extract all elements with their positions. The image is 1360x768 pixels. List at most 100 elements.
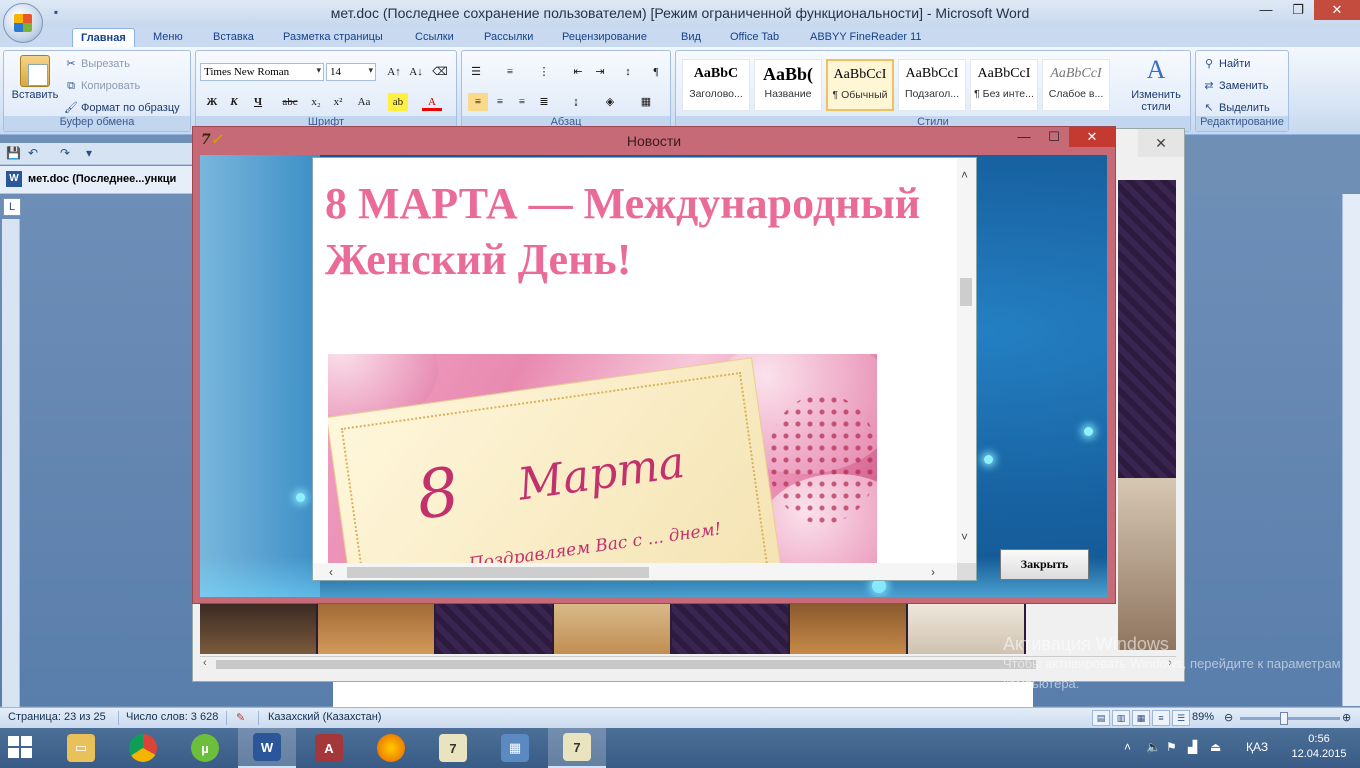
proofing-icon[interactable]: ✎: [236, 711, 245, 724]
increase-indent-icon[interactable]: ⇥: [590, 63, 610, 81]
superscript-icon[interactable]: x²: [328, 93, 348, 111]
tab-menu[interactable]: Меню: [145, 28, 191, 47]
close-button[interactable]: ✕: [1314, 0, 1360, 20]
news-hscrollbar[interactable]: ‹ ›: [313, 563, 957, 580]
page-count[interactable]: Страница: 23 из 25: [8, 711, 106, 723]
scroll-down-icon[interactable]: ˅: [961, 530, 968, 544]
tab-view[interactable]: Вид: [673, 28, 709, 47]
align-left-icon[interactable]: ≡: [468, 93, 488, 111]
find-button[interactable]: ⚲ Найти: [1202, 57, 1250, 71]
bold-icon[interactable]: Ж: [202, 93, 222, 111]
language-indicator[interactable]: Казахский (Казахстан): [268, 711, 381, 723]
clear-format-icon[interactable]: ⌫: [430, 63, 450, 81]
align-right-icon[interactable]: ≡: [512, 93, 532, 111]
shrink-font-icon[interactable]: A↓: [406, 63, 426, 81]
font-color-icon[interactable]: A: [422, 93, 442, 111]
line-spacing-icon[interactable]: ↨: [566, 93, 586, 111]
start-button[interactable]: [8, 736, 34, 760]
scroll-thumb[interactable]: [347, 567, 649, 578]
document-scrollbar[interactable]: [1342, 194, 1360, 706]
close-news-button[interactable]: Закрыть: [1000, 549, 1089, 580]
align-center-icon[interactable]: ≡: [490, 93, 510, 111]
taskbar-firefox[interactable]: [362, 728, 420, 768]
shading-icon[interactable]: ◈: [600, 93, 620, 111]
cut-button[interactable]: ✂ Вырезать: [64, 57, 130, 71]
tab-home[interactable]: Главная: [72, 28, 135, 47]
underline-icon[interactable]: Ч: [248, 93, 268, 111]
strikethrough-icon[interactable]: abc: [280, 93, 300, 111]
print-layout-icon[interactable]: ▤: [1092, 710, 1110, 726]
tab-selector[interactable]: L: [3, 198, 21, 216]
clock[interactable]: 0:56 12.04.2015: [1284, 732, 1354, 762]
taskbar-file-explorer[interactable]: ▭: [52, 728, 110, 768]
taskbar-control-panel[interactable]: ▦: [486, 728, 544, 768]
style-heading[interactable]: AaBbC Заголово...: [682, 59, 750, 111]
taskbar-utorrent[interactable]: µ: [176, 728, 234, 768]
sort-icon[interactable]: ↕: [618, 63, 638, 81]
show-marks-icon[interactable]: ¶: [646, 63, 666, 81]
document-tab[interactable]: W мет.doc (Последнее...ункци: [6, 171, 176, 187]
usb-icon[interactable]: ⏏: [1210, 740, 1221, 754]
format-painter-button[interactable]: 🖌 Формат по образцу: [64, 101, 180, 115]
flag-icon[interactable]: ⚑: [1166, 740, 1177, 754]
scroll-left-icon[interactable]: ‹: [329, 565, 333, 579]
keyboard-language[interactable]: ҚАЗ: [1246, 740, 1268, 754]
taskbar-chrome[interactable]: [114, 728, 172, 768]
scroll-right-icon[interactable]: ›: [931, 565, 935, 579]
copy-button[interactable]: ⧉ Копировать: [64, 79, 140, 93]
highlight-icon[interactable]: ab: [388, 93, 408, 111]
minimize-button[interactable]: —: [1250, 0, 1282, 20]
close-button[interactable]: ✕: [1069, 127, 1115, 147]
replace-button[interactable]: ⇄ Заменить: [1202, 79, 1268, 93]
news-content-frame[interactable]: 8 МАРТА — Международный Женский День! 8 …: [312, 157, 977, 581]
tab-abbyy[interactable]: ABBYY FineReader 11: [802, 28, 930, 47]
multilevel-list-icon[interactable]: ⋮: [534, 63, 554, 81]
volume-icon[interactable]: 🔈: [1146, 740, 1161, 754]
italic-icon[interactable]: К: [224, 93, 244, 111]
font-name-combo[interactable]: Times New Roman: [200, 63, 324, 81]
tab-insert[interactable]: Вставка: [205, 28, 262, 47]
restore-button[interactable]: ❐: [1282, 0, 1314, 20]
news-vscrollbar[interactable]: ˄ ˅: [957, 158, 976, 564]
borders-icon[interactable]: ▦: [636, 93, 656, 111]
tab-references[interactable]: Ссылки: [407, 28, 462, 47]
tab-page-layout[interactable]: Разметка страницы: [275, 28, 391, 47]
draft-icon[interactable]: ☰: [1172, 710, 1190, 726]
decrease-indent-icon[interactable]: ⇤: [568, 63, 588, 81]
outline-icon[interactable]: ≡: [1152, 710, 1170, 726]
save-icon[interactable]: 💾: [6, 146, 21, 160]
tray-overflow-icon[interactable]: ˄: [1124, 740, 1131, 754]
font-size-combo[interactable]: 14: [326, 63, 376, 81]
zoom-slider-knob[interactable]: [1280, 712, 1288, 725]
tab-mailings[interactable]: Рассылки: [476, 28, 541, 47]
style-subtle-emphasis[interactable]: AaBbCcI Слабое в...: [1042, 59, 1110, 111]
tab-review[interactable]: Рецензирование: [554, 28, 655, 47]
style-subtitle[interactable]: AaBbCcI Подзагол...: [898, 59, 966, 111]
office-button[interactable]: [3, 3, 43, 43]
maximize-button[interactable]: ☐: [1039, 127, 1069, 147]
scroll-up-icon[interactable]: ˄: [961, 168, 968, 182]
scroll-thumb[interactable]: [960, 278, 972, 306]
customize-toolbar-icon[interactable]: ▾: [86, 146, 92, 160]
change-styles-button[interactable]: A Изменить стили: [1122, 55, 1190, 113]
network-icon[interactable]: ▟: [1188, 740, 1197, 754]
paste-button[interactable]: Вставить: [8, 55, 62, 101]
style-no-spacing[interactable]: AaBbCcI ¶ Без инте...: [970, 59, 1038, 111]
change-case-icon[interactable]: Aa: [354, 93, 374, 111]
justify-icon[interactable]: ≣: [534, 93, 554, 111]
taskbar-app-7-active[interactable]: 7: [548, 728, 606, 768]
numbering-icon[interactable]: ≡: [500, 63, 520, 81]
tab-office-tab[interactable]: Office Tab: [722, 28, 787, 47]
web-layout-icon[interactable]: ▦: [1132, 710, 1150, 726]
grow-font-icon[interactable]: A↑: [384, 63, 404, 81]
taskbar-access[interactable]: A: [300, 728, 358, 768]
style-title[interactable]: AaBb( Название: [754, 59, 822, 111]
select-button[interactable]: ↖ Выделить: [1202, 101, 1269, 115]
zoom-level[interactable]: 89%: [1192, 711, 1214, 723]
taskbar-word[interactable]: W: [238, 728, 296, 768]
minimize-button[interactable]: —: [1009, 127, 1039, 147]
news-titlebar[interactable]: 7✓ Новости — ☐ ✕: [193, 127, 1115, 155]
style-normal[interactable]: AaBbCcI ¶ Обычный: [826, 59, 894, 111]
subscript-icon[interactable]: x₂: [306, 93, 326, 111]
scroll-thumb[interactable]: [216, 660, 1036, 669]
